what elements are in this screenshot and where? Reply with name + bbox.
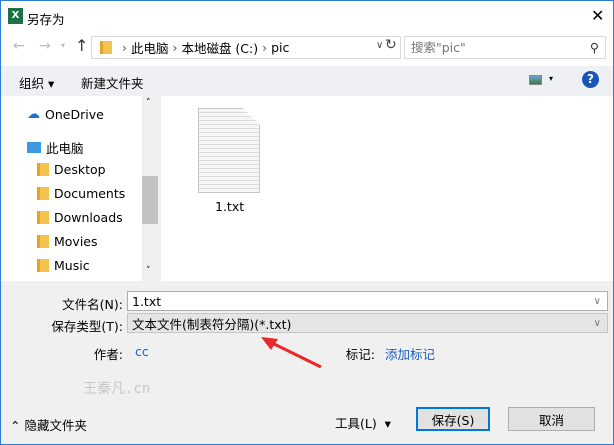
chevron-down-icon[interactable]: ∨ xyxy=(594,318,601,329)
filename-label: 文件名(N): xyxy=(62,297,123,312)
folder-icon xyxy=(100,41,112,54)
author-value[interactable]: cc xyxy=(135,344,149,359)
computer-icon xyxy=(27,142,41,153)
address-bar[interactable]: › 此电脑 › 本地磁盘 (C:) › pic ∨ xyxy=(91,36,401,59)
tags-value[interactable]: 添加标记 xyxy=(385,344,435,363)
documents-folder-icon xyxy=(37,187,49,200)
nav-item-downloads[interactable]: Downloads xyxy=(37,210,123,225)
music-folder-icon xyxy=(37,259,49,272)
up-icon[interactable]: ↑ xyxy=(75,36,88,55)
save-type-select[interactable]: 文本文件(制表符分隔)(*.txt) ∨ xyxy=(127,313,608,333)
tags-label: 标记: xyxy=(345,347,375,362)
nav-item-movies[interactable]: Movies xyxy=(37,234,98,249)
forward-icon[interactable]: → xyxy=(39,38,51,54)
save-type-label: 保存类型(T): xyxy=(51,319,123,334)
excel-icon: X xyxy=(8,8,23,24)
filename-input[interactable]: 1.txt ∨ xyxy=(127,291,608,311)
nav-item-music[interactable]: Music xyxy=(37,258,90,273)
scroll-up-icon[interactable]: ˄ xyxy=(146,98,151,108)
search-icon[interactable]: ⚲ xyxy=(590,37,599,58)
new-folder-button[interactable]: 新建文件夹 xyxy=(81,73,144,92)
movies-folder-icon xyxy=(37,235,49,248)
cancel-button[interactable]: 取消 xyxy=(508,407,595,431)
author-label: 作者: xyxy=(93,347,123,362)
search-placeholder: 搜索"pic" xyxy=(411,40,466,55)
file-list: 1.txt xyxy=(161,96,613,281)
title-bar: X 另存为 ✕ xyxy=(1,1,613,32)
breadcrumb-c-drive[interactable]: 本地磁盘 (C:) xyxy=(181,38,258,57)
close-icon[interactable]: ✕ xyxy=(591,6,604,25)
text-file-icon xyxy=(198,108,260,193)
help-icon[interactable]: ? xyxy=(582,71,599,88)
chevron-down-icon[interactable]: ∨ xyxy=(594,296,601,307)
navigation-pane: ☁ OneDrive 此电脑 Desktop Documents Download… xyxy=(1,96,142,281)
red-arrow-annotation xyxy=(261,337,322,369)
search-input[interactable]: 搜索"pic" ⚲ xyxy=(404,36,606,59)
save-as-dialog: X 另存为 ✕ ← → ▾ ↑ › 此电脑 › 本地磁盘 (C:) › pic … xyxy=(0,0,614,445)
file-item[interactable]: 1.txt xyxy=(191,106,271,216)
nav-item-documents[interactable]: Documents xyxy=(37,186,125,201)
downloads-folder-icon xyxy=(37,211,49,224)
desktop-folder-icon xyxy=(37,163,49,176)
nav-item-desktop[interactable]: Desktop xyxy=(37,162,106,177)
scroll-down-icon[interactable]: ˅ xyxy=(146,266,151,276)
watermark: 王秦凡.cn xyxy=(83,381,151,397)
refresh-icon[interactable]: ↻ xyxy=(385,37,397,53)
view-icon[interactable] xyxy=(529,75,542,85)
breadcrumb-pic[interactable]: pic xyxy=(271,40,289,55)
file-name: 1.txt xyxy=(215,199,245,214)
breadcrumb-this-pc[interactable]: 此电脑 xyxy=(131,38,169,57)
nav-item-this-pc[interactable]: 此电脑 xyxy=(27,138,84,157)
organize-button[interactable]: 组织 ▾ xyxy=(19,73,54,92)
cloud-icon: ☁ xyxy=(27,107,40,122)
scrollbar-thumb[interactable] xyxy=(142,176,158,224)
address-dropdown-icon[interactable]: ∨ xyxy=(376,40,383,51)
dialog-title: 另存为 xyxy=(27,12,65,27)
toolbar: 组织 ▾ 新建文件夹 ▾ ? xyxy=(1,66,613,96)
history-dropdown-icon[interactable]: ▾ xyxy=(61,41,65,50)
hide-folders-button[interactable]: ⌃ 隐藏文件夹 xyxy=(10,415,87,434)
save-button[interactable]: 保存(S) xyxy=(416,407,490,431)
nav-scrollbar[interactable]: ˄ ˅ xyxy=(142,96,159,281)
nav-item-onedrive[interactable]: ☁ OneDrive xyxy=(27,107,104,122)
tools-button[interactable]: 工具(L) ▾ xyxy=(335,413,391,432)
address-row: ← → ▾ ↑ › 此电脑 › 本地磁盘 (C:) › pic ∨ ↻ 搜索"p… xyxy=(1,32,613,66)
view-dropdown-icon[interactable]: ▾ xyxy=(549,74,553,83)
back-icon[interactable]: ← xyxy=(13,38,25,54)
